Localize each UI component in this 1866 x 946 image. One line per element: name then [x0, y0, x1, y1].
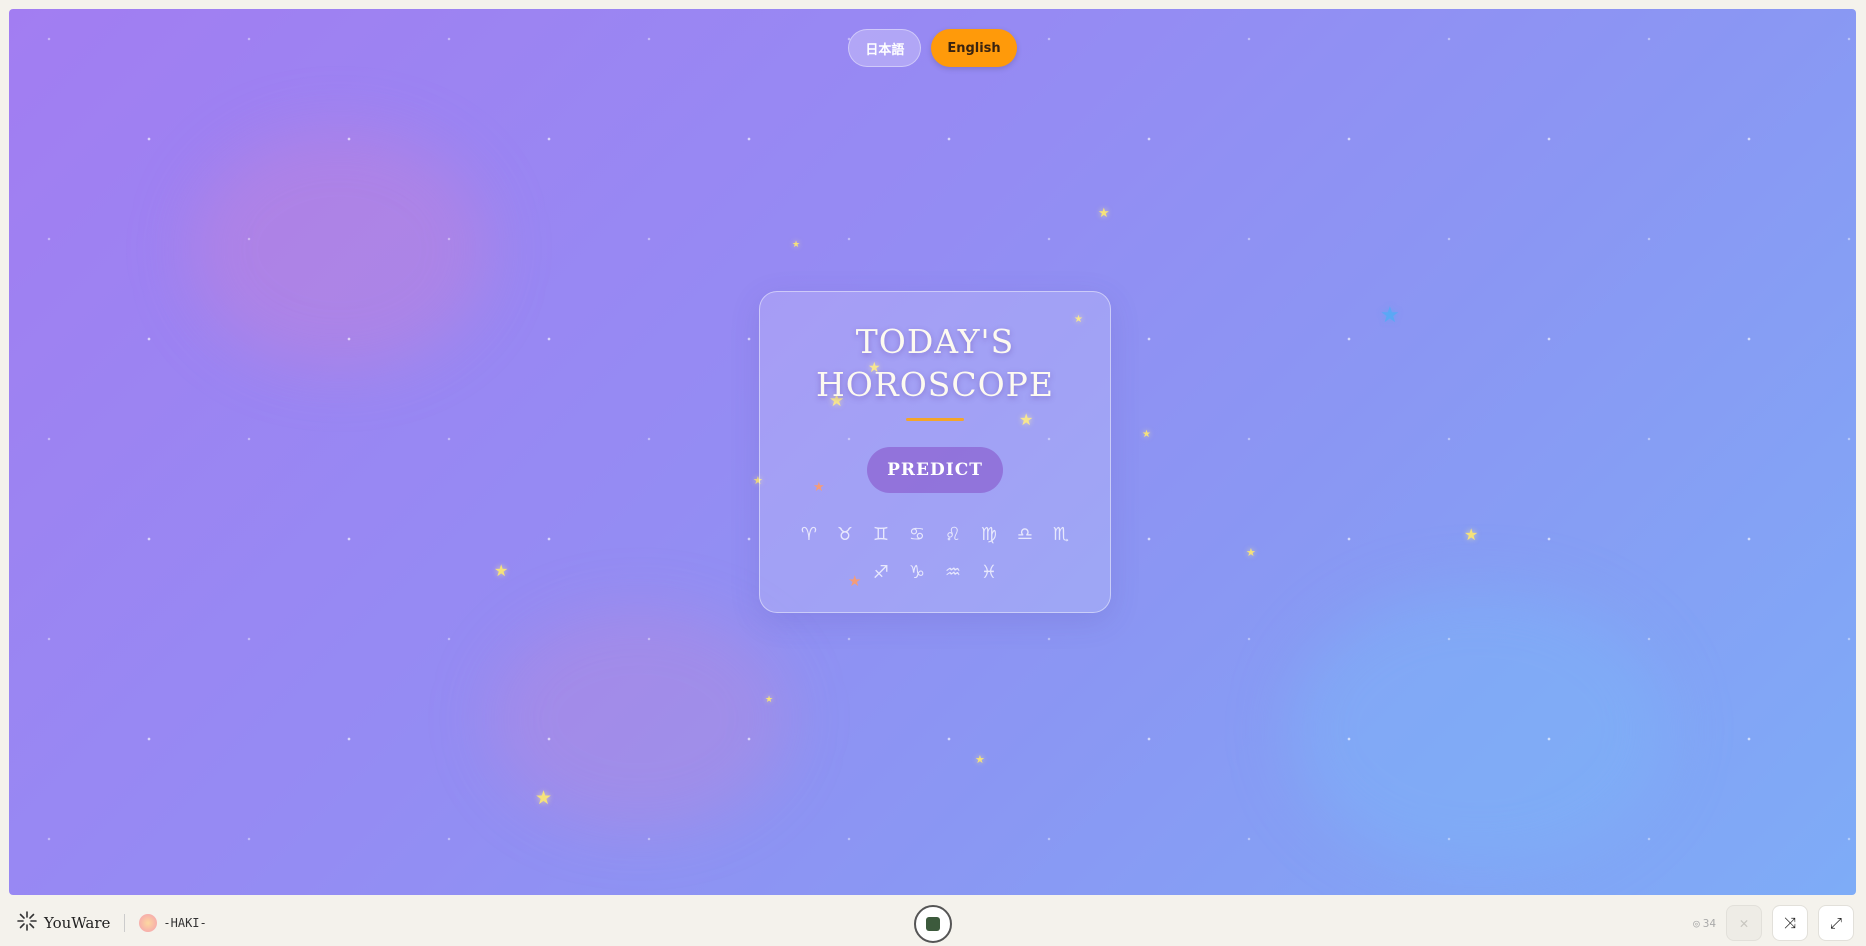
predict-button[interactable]: PREDICT [867, 447, 1003, 493]
gemini-icon[interactable]: ♊︎ [863, 519, 899, 549]
brand-name: YouWare [44, 914, 111, 932]
language-switcher: 日本語 English [9, 29, 1856, 67]
youware-logo-icon [16, 910, 38, 936]
libra-icon[interactable]: ♎︎ [1007, 519, 1043, 549]
cancer-icon[interactable]: ♋︎ [899, 519, 935, 549]
aquarius-icon[interactable]: ♒︎ [935, 557, 971, 587]
star-icon: ★ [535, 787, 553, 809]
avatar[interactable] [139, 914, 158, 932]
taurus-icon[interactable]: ♉︎ [827, 519, 863, 549]
star-icon: ★ [1098, 206, 1110, 221]
star-icon: ★ [1380, 303, 1400, 328]
eye-icon: ◎ [1693, 916, 1700, 930]
language-japanese-button[interactable]: 日本語 [848, 29, 922, 67]
zodiac-sign-list: ♈︎ ♉︎ ♊︎ ♋︎ ♌︎ ♍︎ ♎︎ ♏︎ ♐︎ ♑︎ ♒︎ ♓︎ [790, 519, 1080, 587]
star-icon: ★ [1142, 429, 1151, 440]
star-icon: ★ [1464, 525, 1479, 544]
title-line-2: HOROSCOPE [816, 365, 1054, 404]
star-icon: ★ [975, 753, 985, 766]
app-home-button[interactable] [914, 905, 952, 943]
footer-bar: YouWare -HAKI- ◎ 34 ✕ ⤨ ⤢ [0, 900, 1866, 946]
close-icon[interactable]: ✕ [1726, 905, 1762, 941]
toolbar: ◎ 34 ✕ ⤨ ⤢ [1693, 905, 1854, 941]
view-count: ◎ 34 [1693, 917, 1716, 930]
star-icon: ★ [765, 695, 774, 705]
app-canvas: ★ ★ ★ ★ ★ ★ ★ ★ ★ ★ ★ ★ ★ ★ ★ ★ ★ 日本語 En… [9, 9, 1856, 895]
cube-icon [926, 917, 940, 931]
aries-icon[interactable]: ♈︎ [791, 519, 827, 549]
pisces-icon[interactable]: ♓︎ [971, 557, 1007, 587]
author-name[interactable]: -HAKI- [163, 916, 206, 930]
capricorn-icon[interactable]: ♑︎ [899, 557, 935, 587]
star-icon: ★ [1246, 546, 1256, 559]
language-english-button[interactable]: English [931, 29, 1017, 67]
page-title: TODAY'S HOROSCOPE [760, 320, 1110, 406]
expand-icon[interactable]: ⤢ [1818, 905, 1854, 941]
title-line-1: TODAY'S [855, 322, 1015, 361]
virgo-icon[interactable]: ♍︎ [971, 519, 1007, 549]
sagittarius-icon[interactable]: ♐︎ [863, 557, 899, 587]
title-underline [906, 418, 964, 421]
shuffle-icon[interactable]: ⤨ [1772, 905, 1808, 941]
star-icon: ★ [792, 240, 801, 250]
brand[interactable]: YouWare -HAKI- [16, 910, 207, 936]
scorpio-icon[interactable]: ♏︎ [1043, 519, 1079, 549]
star-icon: ★ [494, 561, 509, 580]
view-count-value: 34 [1702, 916, 1716, 930]
divider [124, 914, 126, 932]
leo-icon[interactable]: ♌︎ [935, 519, 971, 549]
horoscope-card: TODAY'S HOROSCOPE PREDICT ♈︎ ♉︎ ♊︎ ♋︎ ♌︎… [759, 291, 1111, 613]
